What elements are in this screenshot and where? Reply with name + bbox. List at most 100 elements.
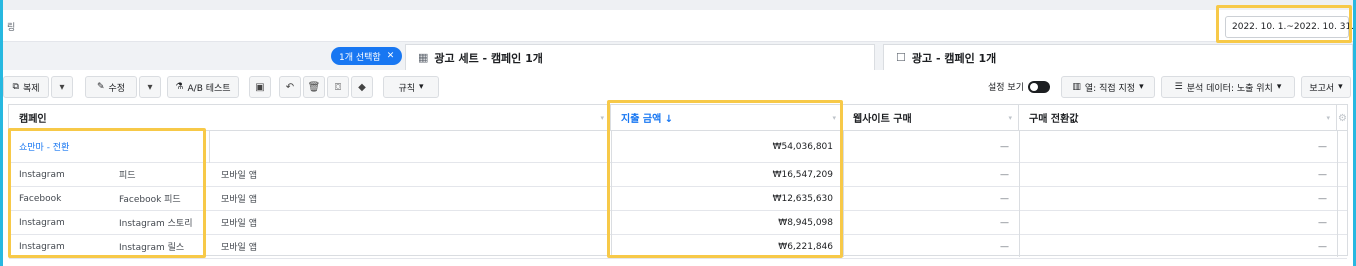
platform-cell: Instagram bbox=[19, 241, 65, 252]
table-row[interactable]: Instagram Instagram 스토리 모바일 앱 ₩8,945,098… bbox=[9, 211, 1347, 235]
top-band bbox=[3, 0, 1353, 10]
filter-text[interactable]: 링 bbox=[7, 20, 15, 33]
preview-icon[interactable]: ⌼ bbox=[327, 76, 349, 98]
duplicate-label: 복제 bbox=[22, 83, 40, 94]
selection-label: 1개 선택함 bbox=[339, 52, 381, 63]
purchase-value-cell: — bbox=[1318, 141, 1327, 152]
tab-ad-sets[interactable]: ▦ 광고 세트 - 캠페인 1개 bbox=[405, 44, 875, 70]
sort-icon: ▾ bbox=[832, 113, 836, 122]
website-purchases-cell: — bbox=[1000, 193, 1009, 204]
table-row[interactable]: Facebook Facebook 피드 모바일 앱 ₩12,635,630 —… bbox=[9, 187, 1347, 211]
column-header-spend[interactable]: 지출 금액 ↓ ▾ bbox=[611, 105, 843, 131]
window-icon: ☐ bbox=[896, 51, 906, 64]
selection-pill[interactable]: 1개 선택함 ✕ bbox=[331, 47, 403, 65]
platform-cell: Facebook bbox=[19, 193, 62, 204]
clipboard-icon[interactable]: ▣ bbox=[249, 76, 271, 98]
placement-cell: 피드 bbox=[119, 171, 136, 181]
website-purchases-header-label: 웹사이트 구매 bbox=[853, 114, 912, 125]
pencil-icon: ✎ bbox=[96, 82, 105, 92]
device-cell: 모바일 앱 bbox=[221, 219, 257, 229]
column-header-purchase-value[interactable]: 구매 전환값 ▾ bbox=[1019, 105, 1337, 131]
ab-test-label: A/B 테스트 bbox=[187, 83, 231, 94]
breakdown-button[interactable]: ☰ 분석 데이터: 노출 위치 ▾ bbox=[1161, 76, 1295, 98]
spend-cell: ₩16,547,209 bbox=[772, 169, 833, 180]
column-header-settings[interactable]: ⚙ bbox=[1337, 105, 1347, 131]
purchase-value-header-label: 구매 전환값 bbox=[1029, 114, 1079, 125]
date-range-picker[interactable]: 2022. 10. 1.~2022. 10. 31. ▼ bbox=[1225, 16, 1354, 38]
spend-header-label: 지출 금액 ↓ bbox=[621, 114, 674, 125]
website-purchases-cell: — bbox=[1000, 241, 1009, 252]
copy-icon: ⧉ bbox=[12, 82, 19, 92]
column-divider bbox=[843, 131, 844, 257]
purchase-value-cell: — bbox=[1318, 193, 1327, 204]
column-divider bbox=[1019, 131, 1020, 257]
platform-cell: Instagram bbox=[19, 217, 65, 228]
undo-icon[interactable]: ↶ bbox=[279, 76, 301, 98]
columns-button[interactable]: ▥ 열: 직접 지정 ▾ bbox=[1061, 76, 1155, 98]
purchase-value-cell: — bbox=[1318, 241, 1327, 252]
spend-cell: ₩54,036,801 bbox=[772, 141, 833, 152]
column-header-website-purchases[interactable]: 웹사이트 구매 ▾ bbox=[843, 105, 1019, 131]
breakdown-label: 분석 데이터: 노출 위치 bbox=[1186, 83, 1273, 94]
columns-icon: ▥ bbox=[1072, 82, 1081, 92]
caret-down-icon: ▾ bbox=[1338, 82, 1343, 92]
close-icon[interactable]: ✕ bbox=[387, 51, 395, 61]
table-row[interactable]: Instagram 피드 모바일 앱 ₩16,547,209 — — bbox=[9, 163, 1347, 187]
campaign-header-label: 캠페인 bbox=[19, 114, 47, 125]
spend-cell: ₩12,635,630 bbox=[772, 193, 833, 204]
sort-icon: ▾ bbox=[1326, 113, 1330, 122]
column-divider bbox=[1337, 131, 1338, 257]
caret-down-icon: ▾ bbox=[147, 81, 153, 93]
flask-icon: ⚗ bbox=[175, 82, 184, 92]
tab-ad-sets-label: 광고 세트 - 캠페인 1개 bbox=[434, 51, 543, 65]
filter-bar: 링 2022. 10. 1.~2022. 10. 31. ▼ bbox=[3, 10, 1354, 42]
purchase-value-cell: — bbox=[1318, 217, 1327, 228]
sort-icon: ▾ bbox=[600, 113, 604, 122]
column-header-campaign[interactable]: 캠페인 ▾ bbox=[9, 105, 611, 131]
rules-button[interactable]: 규칙 ▾ bbox=[383, 76, 439, 98]
toolbar: ⧉ 복제 ▾ ✎ 수정 ▾ ⚗ A/B 테스트 ▣ ↶ 🗑 ⌼ ◆ 규칙 ▾ 설… bbox=[3, 76, 1353, 100]
device-cell: 모바일 앱 bbox=[221, 171, 257, 181]
campaign-table: 캠페인 ▾ 지출 금액 ↓ ▾ 웹사이트 구매 ▾ 구매 전환값 ▾ ⚙ 쇼만마… bbox=[8, 104, 1348, 259]
duplicate-button[interactable]: ⧉ 복제 bbox=[3, 76, 49, 98]
ab-test-button[interactable]: ⚗ A/B 테스트 bbox=[167, 76, 239, 98]
edit-label: 수정 bbox=[108, 83, 126, 94]
table-row[interactable]: Instagram Instagram 릴스 모바일 앱 ₩6,221,846 … bbox=[9, 235, 1347, 259]
duplicate-dropdown[interactable]: ▾ bbox=[51, 76, 73, 98]
spend-cell: ₩8,945,098 bbox=[778, 217, 833, 228]
trash-icon[interactable]: 🗑 bbox=[303, 76, 325, 98]
view-setup-toggle[interactable]: 설정 보기 bbox=[988, 80, 1050, 93]
date-range-value: 2022. 10. 1.~2022. 10. 31. bbox=[1232, 22, 1355, 32]
website-purchases-cell: — bbox=[1000, 217, 1009, 228]
level-tabs: 1개 선택함 ✕ ▦ 광고 세트 - 캠페인 1개 ☐ 광고 - 캠페인 1개 bbox=[3, 42, 1353, 70]
device-cell: 모바일 앱 bbox=[221, 195, 257, 205]
website-purchases-cell: — bbox=[1000, 141, 1009, 152]
edit-button[interactable]: ✎ 수정 bbox=[85, 76, 137, 98]
tag-icon[interactable]: ◆ bbox=[351, 76, 373, 98]
sort-icon: ▾ bbox=[1008, 113, 1012, 122]
caret-down-icon: ▾ bbox=[419, 82, 424, 92]
spend-cell: ₩6,221,846 bbox=[778, 241, 833, 252]
purchase-value-cell: — bbox=[1318, 169, 1327, 180]
caret-down-icon: ▾ bbox=[1139, 82, 1144, 92]
campaign-name[interactable]: 쇼만마 - 전환 bbox=[9, 131, 209, 162]
toggle-switch[interactable] bbox=[1027, 80, 1050, 93]
reports-button[interactable]: 보고서 ▾ bbox=[1301, 76, 1351, 98]
caret-down-icon: ▾ bbox=[59, 81, 65, 93]
platform-cell: Instagram bbox=[19, 169, 65, 180]
column-divider bbox=[209, 131, 210, 163]
caret-down-icon: ▾ bbox=[1276, 82, 1282, 92]
column-divider bbox=[611, 131, 612, 257]
edit-dropdown[interactable]: ▾ bbox=[139, 76, 161, 98]
website-purchases-cell: — bbox=[1000, 169, 1009, 180]
placement-cell: Facebook 피드 bbox=[119, 195, 181, 205]
columns-label: 열: 직접 지정 bbox=[1084, 83, 1136, 94]
grid-icon: ▦ bbox=[418, 51, 429, 64]
rules-label: 규칙 bbox=[398, 83, 416, 94]
breakdown-icon: ☰ bbox=[1174, 82, 1183, 92]
device-cell: 모바일 앱 bbox=[221, 243, 257, 253]
reports-label: 보고서 bbox=[1309, 83, 1335, 94]
tab-ads[interactable]: ☐ 광고 - 캠페인 1개 bbox=[883, 44, 1353, 70]
view-setup-label: 설정 보기 bbox=[988, 83, 1024, 93]
gear-icon: ⚙ bbox=[1338, 113, 1347, 124]
